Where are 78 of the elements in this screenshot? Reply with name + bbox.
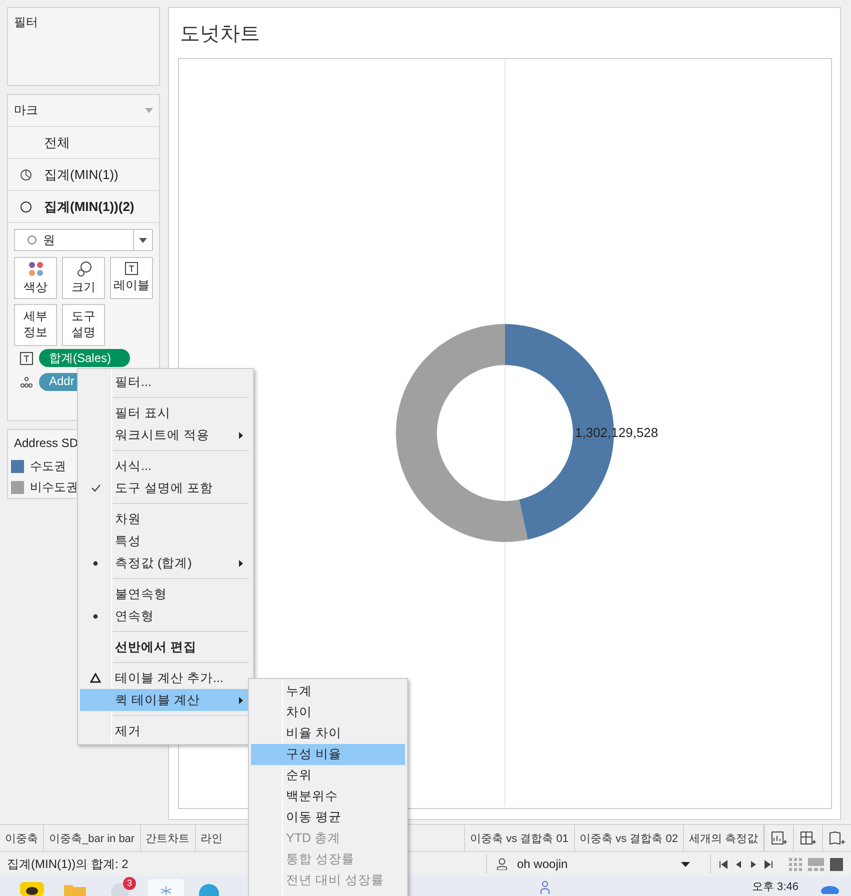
marks-layer[interactable]: 집계(MIN(1))(2) — [8, 191, 159, 223]
user-dropdown[interactable]: oh woojin — [486, 854, 711, 874]
sheet-tab[interactable]: 이중축 — [0, 825, 44, 851]
menu-item[interactable]: 서식... — [80, 455, 251, 477]
delta-icon — [90, 673, 101, 683]
mark-property-button[interactable]: 레이블 — [110, 257, 153, 299]
status-text: 집계(MIN(1))의 합계: 2 — [7, 856, 128, 872]
dropdown-icon[interactable] — [139, 238, 147, 242]
new-story-icon[interactable] — [828, 831, 846, 845]
dropdown-icon — [681, 862, 690, 866]
pie-icon — [20, 168, 32, 180]
submenu-arrow-icon — [239, 560, 243, 566]
user-name: oh woojin — [517, 857, 568, 871]
sheet-tab[interactable]: 세개의 측정값 — [684, 825, 764, 851]
detail-icon — [20, 376, 33, 388]
new-worksheet-icon[interactable] — [770, 831, 788, 845]
menu-item[interactable]: 이동 평균 — [251, 807, 405, 828]
notification-badge: 3 — [123, 877, 136, 890]
legend-label: 비수도권 — [30, 479, 78, 496]
chat-app-icon[interactable] — [20, 882, 44, 896]
menu-item[interactable]: 테이블 계산 추가... — [80, 667, 251, 689]
sheet-title: 도넛차트 — [179, 22, 261, 46]
menu-item[interactable]: 누계 — [251, 681, 405, 702]
label-icon — [20, 352, 33, 364]
mark-property-button[interactable]: 세부 정보 — [14, 304, 57, 346]
bullet-icon — [93, 560, 98, 566]
person-icon[interactable] — [540, 880, 550, 894]
submenu-arrow-icon — [239, 432, 243, 438]
sheet-tab[interactable]: 이중축 vs 결합축 02 — [574, 825, 684, 851]
user-icon — [497, 858, 507, 870]
size-icon — [76, 260, 92, 277]
last-page-icon[interactable] — [764, 860, 773, 868]
menu-item[interactable]: 필터 표시 — [80, 402, 251, 424]
marks-layer[interactable]: 전체 — [8, 127, 159, 159]
menu-item[interactable]: 필터... — [80, 371, 251, 393]
circle-icon — [27, 235, 37, 245]
color-icon — [28, 260, 44, 277]
sheet-tab[interactable]: 이중축_bar in bar — [44, 825, 141, 851]
next-page-icon[interactable] — [749, 860, 758, 868]
bullet-icon — [93, 614, 98, 618]
menu-item[interactable]: 순위 — [251, 765, 405, 786]
submenu-arrow-icon — [239, 696, 243, 704]
single-view-icon[interactable] — [830, 858, 843, 870]
menu-item[interactable]: 차원 — [80, 508, 251, 530]
legend-label: 수도권 — [30, 458, 66, 475]
first-page-icon[interactable] — [719, 860, 728, 868]
menu-item[interactable]: 연속형 — [80, 605, 251, 627]
marks-layer[interactable]: 집계(MIN(1)) — [8, 159, 159, 191]
sheet-tab[interactable]: 간트차트 — [140, 825, 196, 851]
mark-type-label: 원 — [43, 232, 55, 248]
mark-property-button[interactable]: 색상 — [14, 257, 57, 299]
menu-item[interactable]: 퀵 테이블 계산 — [80, 689, 251, 711]
menu-item[interactable]: 차이 — [251, 702, 405, 723]
snowflake-icon — [159, 885, 173, 895]
label-icon — [125, 262, 138, 276]
sheet-tab[interactable]: 이중축 vs 결합축 01 — [465, 825, 575, 851]
mark-property-button[interactable]: 도구 설명 — [62, 304, 105, 346]
new-dashboard-icon[interactable] — [800, 831, 816, 845]
card-title: 마크 — [14, 102, 38, 119]
menu-item[interactable]: 백분위수 — [251, 786, 405, 807]
menu-item[interactable]: 도구 설명에 포함 — [80, 477, 251, 499]
menu-item[interactable]: 구성 비율 — [251, 744, 405, 765]
legend-title: Address SD — [13, 435, 80, 452]
menu-item[interactable]: 비율 차이 — [251, 723, 405, 744]
card-title: 필터 — [13, 14, 39, 31]
mark-type-dropdown[interactable]: 원 — [14, 229, 153, 251]
menu-item[interactable]: 선반에서 편집 — [80, 636, 251, 658]
previous-page-icon[interactable] — [734, 860, 743, 868]
menu-item[interactable]: 제거 — [80, 720, 251, 742]
menu-item[interactable]: 워크시트에 적용 — [80, 424, 251, 446]
menu-item[interactable]: 특성 — [80, 530, 251, 552]
clock: 오후 3:46 — [752, 880, 798, 894]
check-icon — [90, 484, 100, 492]
circle-icon — [20, 200, 32, 212]
field-pill[interactable]: 합계(Sales) — [39, 349, 130, 367]
menu-item[interactable]: 불연속형 — [80, 583, 251, 605]
mark-property-button[interactable]: 크기 — [62, 257, 105, 299]
menu-item[interactable]: 측정값 (합계) — [80, 552, 251, 574]
